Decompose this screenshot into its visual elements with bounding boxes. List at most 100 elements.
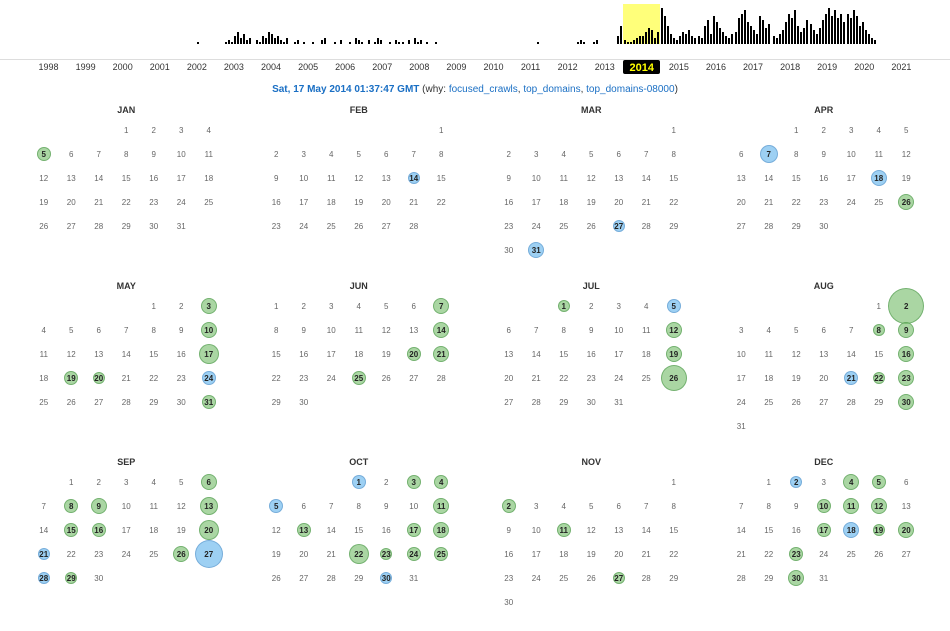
day-cell[interactable]: 27 [728,217,756,235]
day-cell[interactable]: 25 [755,393,783,411]
day-cell[interactable]: 17 [605,345,633,363]
day-cell[interactable]: 14 [633,169,661,187]
year-column-2003[interactable] [215,4,252,44]
day-cell[interactable]: 24 [728,393,756,411]
day-cell[interactable]: 29 [755,569,783,587]
year-label-2001[interactable]: 2001 [141,60,178,74]
day-cell[interactable]: 29 [783,217,811,235]
day-cell[interactable]: 23 [168,369,196,387]
day-cell[interactable]: 7 [428,297,456,315]
day-cell[interactable]: 15 [755,521,783,539]
day-cell[interactable]: 3 [810,473,838,491]
year-column-2009[interactable] [438,4,475,44]
day-cell[interactable]: 25 [550,217,578,235]
day-cell[interactable]: 13 [373,169,401,187]
day-cell[interactable]: 7 [633,145,661,163]
day-cell[interactable]: 27 [373,217,401,235]
day-cell[interactable]: 14 [85,169,113,187]
day-cell[interactable]: 15 [865,345,893,363]
day-cell[interactable]: 31 [168,217,196,235]
why-link[interactable]: top_domains [523,84,580,95]
day-cell[interactable]: 22 [783,193,811,211]
year-label-2014[interactable]: 2014 [623,60,660,74]
day-cell[interactable]: 12 [783,345,811,363]
day-cell[interactable]: 1 [783,121,811,139]
day-cell[interactable]: 23 [893,369,921,387]
day-cell[interactable]: 6 [400,297,428,315]
day-cell[interactable]: 26 [58,393,86,411]
day-cell[interactable]: 18 [140,521,168,539]
day-cell[interactable]: 5 [168,473,196,491]
day-cell[interactable]: 3 [523,497,551,515]
day-cell[interactable]: 24 [290,217,318,235]
day-cell[interactable]: 7 [633,497,661,515]
day-cell[interactable]: 22 [660,545,688,563]
day-cell[interactable]: 18 [318,193,346,211]
day-cell[interactable]: 15 [140,345,168,363]
day-cell[interactable]: 28 [728,569,756,587]
day-cell[interactable]: 24 [400,545,428,563]
day-cell[interactable]: 20 [195,521,223,539]
day-cell[interactable]: 26 [893,193,921,211]
day-cell[interactable]: 9 [263,169,291,187]
day-cell[interactable]: 17 [195,345,223,363]
day-cell[interactable]: 5 [893,121,921,139]
day-cell[interactable]: 24 [838,193,866,211]
day-cell[interactable]: 25 [550,569,578,587]
year-label-2004[interactable]: 2004 [252,60,289,74]
day-cell[interactable]: 21 [428,345,456,363]
day-cell[interactable]: 3 [113,473,141,491]
day-cell[interactable]: 4 [428,473,456,491]
day-cell[interactable]: 18 [755,369,783,387]
day-cell[interactable]: 24 [168,193,196,211]
day-cell[interactable]: 12 [373,321,401,339]
day-cell[interactable]: 17 [400,521,428,539]
day-cell[interactable]: 3 [728,321,756,339]
day-cell[interactable]: 21 [838,369,866,387]
year-label-2007[interactable]: 2007 [364,60,401,74]
day-cell[interactable]: 22 [345,545,373,563]
day-cell[interactable]: 19 [345,193,373,211]
day-cell[interactable]: 25 [140,545,168,563]
day-cell[interactable]: 21 [30,545,58,563]
day-cell[interactable]: 28 [400,217,428,235]
day-cell[interactable]: 4 [838,473,866,491]
day-cell[interactable]: 17 [810,521,838,539]
day-cell[interactable]: 27 [290,569,318,587]
day-cell[interactable]: 14 [728,521,756,539]
day-cell[interactable]: 11 [550,169,578,187]
day-cell[interactable]: 25 [30,393,58,411]
day-cell[interactable]: 16 [290,345,318,363]
day-cell[interactable]: 29 [660,569,688,587]
day-cell[interactable]: 19 [30,193,58,211]
day-cell[interactable]: 12 [263,521,291,539]
year-label-2016[interactable]: 2016 [697,60,734,74]
day-cell[interactable]: 21 [113,369,141,387]
day-cell[interactable]: 30 [140,217,168,235]
day-cell[interactable]: 26 [168,545,196,563]
year-column-2021[interactable] [883,4,920,44]
day-cell[interactable]: 1 [660,121,688,139]
day-cell[interactable]: 27 [195,545,223,563]
day-cell[interactable]: 8 [345,497,373,515]
day-cell[interactable]: 24 [523,217,551,235]
day-cell[interactable]: 18 [30,369,58,387]
day-cell[interactable]: 28 [30,569,58,587]
day-cell[interactable]: 9 [168,321,196,339]
day-cell[interactable]: 10 [605,321,633,339]
day-cell[interactable]: 1 [550,297,578,315]
day-cell[interactable]: 6 [290,497,318,515]
day-cell[interactable]: 29 [263,393,291,411]
day-cell[interactable]: 11 [550,521,578,539]
year-column-2011[interactable] [512,4,549,44]
year-label-2012[interactable]: 2012 [549,60,586,74]
day-cell[interactable]: 10 [195,321,223,339]
day-cell[interactable]: 4 [318,145,346,163]
day-cell[interactable]: 2 [810,121,838,139]
day-cell[interactable]: 19 [373,345,401,363]
day-cell[interactable]: 31 [195,393,223,411]
day-cell[interactable]: 24 [318,369,346,387]
day-cell[interactable]: 2 [168,297,196,315]
day-cell[interactable]: 20 [85,369,113,387]
day-cell[interactable]: 16 [140,169,168,187]
